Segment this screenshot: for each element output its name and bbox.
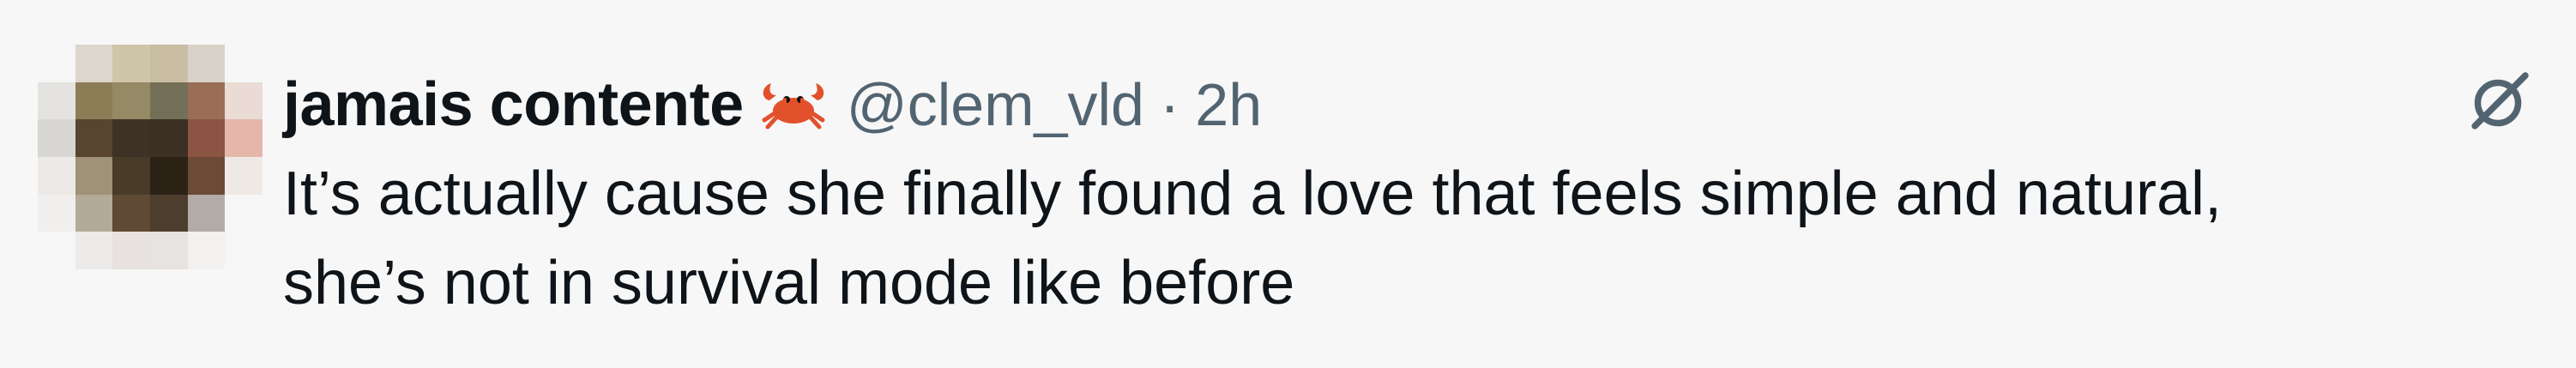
tweet-text: It’s actually cause she finally found a … [283,160,2222,317]
tweet-content: jamais contente @clem_vld · 2h It’s actu… [283,60,2513,328]
tweet-timestamp[interactable]: 2h [1195,70,1262,139]
crab-icon [756,75,831,135]
author-display-name[interactable]: jamais contente [283,69,744,140]
author-avatar[interactable] [38,45,262,269]
grok-icon [2462,67,2534,143]
separator-dot: · [1159,71,1180,138]
tweet-header: jamais contente @clem_vld · 2h [283,60,2513,149]
grok-button[interactable] [2453,60,2543,149]
author-handle[interactable]: @clem_vld [847,70,1144,139]
tweet[interactable]: jamais contente @clem_vld · 2h It’s actu… [0,0,2576,368]
